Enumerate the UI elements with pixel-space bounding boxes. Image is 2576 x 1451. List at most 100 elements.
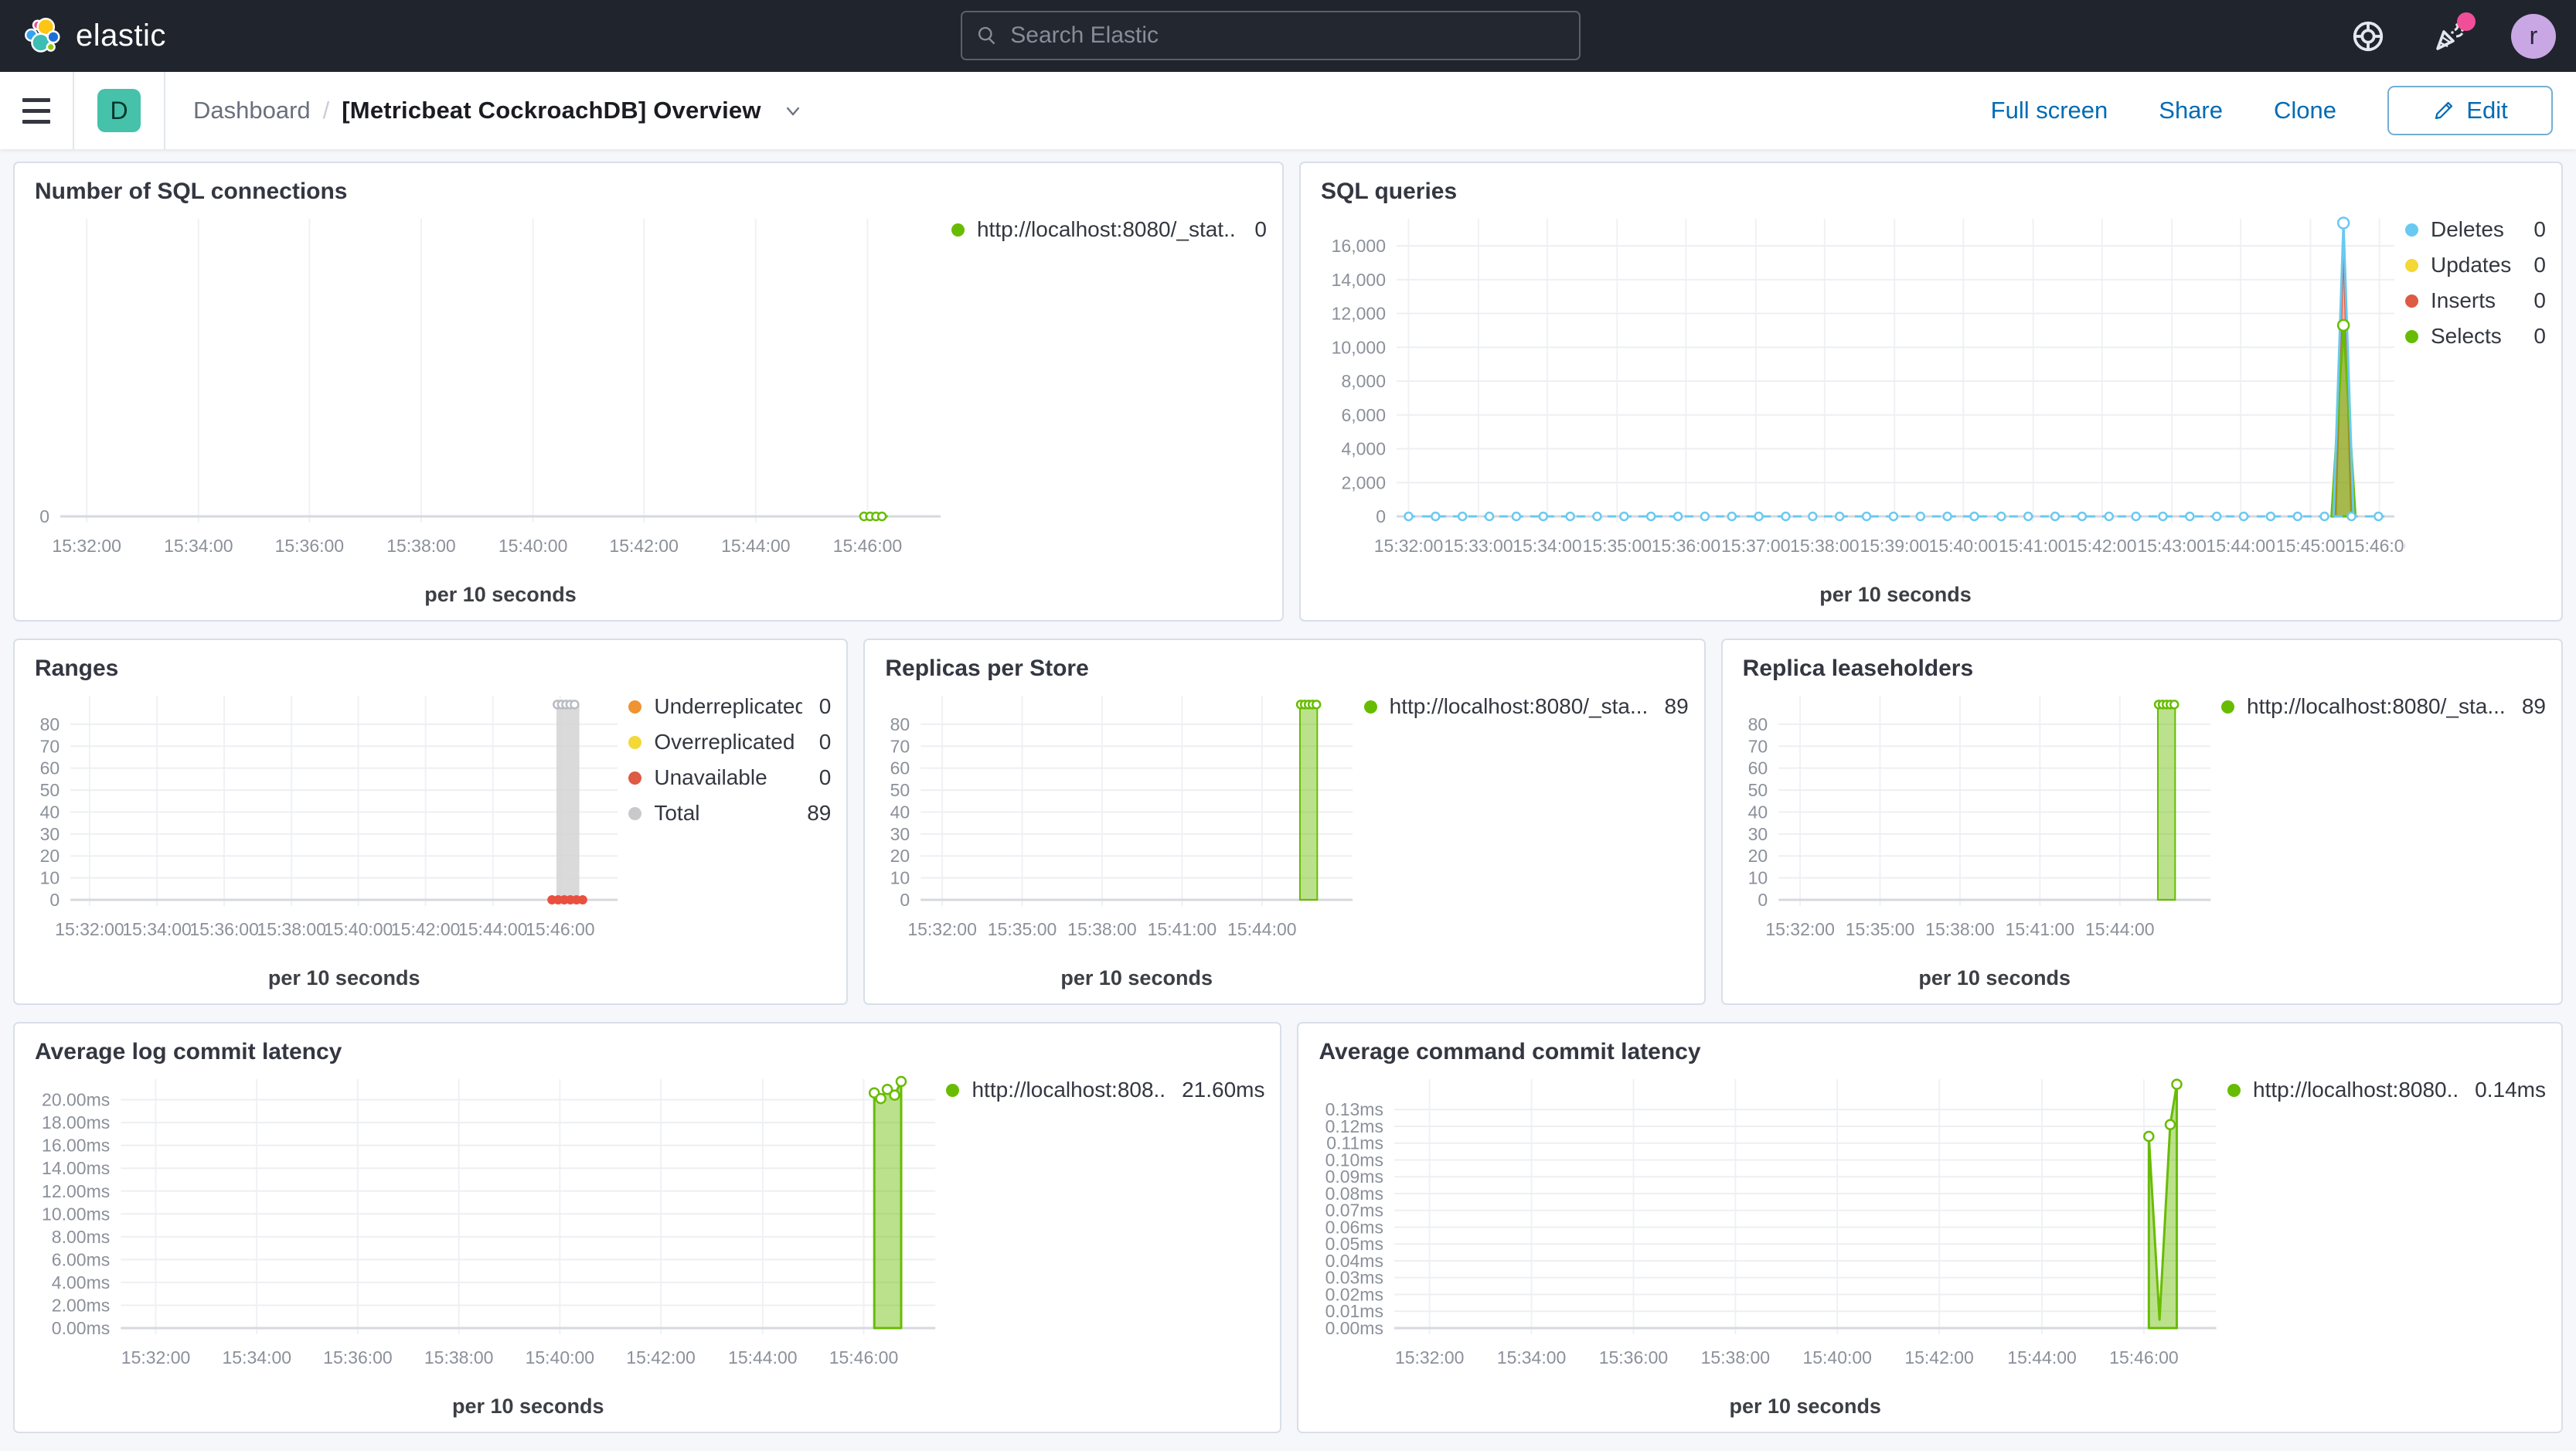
- svg-text:8.00ms: 8.00ms: [52, 1227, 110, 1247]
- svg-text:0: 0: [39, 506, 49, 526]
- legend-item[interactable]: Underreplicated 0: [628, 694, 831, 719]
- chevron-down-icon[interactable]: [781, 99, 805, 122]
- legend-item[interactable]: Deletes 0: [2404, 217, 2546, 242]
- chart-legend: http://localhost:8080/_stat... 0: [951, 217, 1267, 612]
- svg-text:10.00ms: 10.00ms: [42, 1204, 110, 1224]
- svg-text:15:32:00: 15:32:00: [121, 1347, 191, 1368]
- svg-text:2.00ms: 2.00ms: [52, 1295, 110, 1315]
- sql-queries-chart[interactable]: 15:32:00 15:33:00 15:34:00 15:35:00 15:36:00…: [1313, 206, 2405, 612]
- svg-text:15:36:00: 15:36:00: [189, 919, 259, 939]
- legend-item[interactable]: http://localhost:8080... 0.14ms: [2227, 1078, 2546, 1102]
- svg-text:70: 70: [1747, 736, 1768, 756]
- svg-text:per 10 seconds: per 10 seconds: [1730, 1395, 1881, 1418]
- svg-text:15:32:00: 15:32:00: [1395, 1347, 1464, 1368]
- app-badge[interactable]: D: [97, 89, 141, 132]
- svg-text:15:40:00: 15:40:00: [1929, 536, 1999, 556]
- svg-text:15:44:00: 15:44:00: [2008, 1347, 2077, 1368]
- legend-item[interactable]: http://localhost:8080/_stat... 0: [951, 217, 1267, 242]
- svg-text:15:38:00: 15:38:00: [257, 919, 326, 939]
- legend-item[interactable]: Unavailable 0: [628, 765, 831, 790]
- legend-value: 0: [818, 765, 832, 789]
- svg-text:10,000: 10,000: [1332, 337, 1386, 357]
- svg-text:14.00ms: 14.00ms: [42, 1158, 110, 1178]
- breadcrumb-dashboard-link[interactable]: Dashboard: [193, 97, 311, 124]
- svg-text:6.00ms: 6.00ms: [52, 1249, 110, 1269]
- share-button[interactable]: Share: [2159, 97, 2223, 124]
- svg-text:30: 30: [890, 824, 910, 844]
- legend-item[interactable]: http://localhost:808... 21.60ms: [946, 1078, 1264, 1102]
- ranges-chart[interactable]: 15:32:0015:34:0015:36:0015:38:0015:40:00…: [27, 683, 628, 996]
- svg-text:18.00ms: 18.00ms: [42, 1112, 110, 1133]
- help-button[interactable]: [2347, 15, 2389, 57]
- svg-text:15:42:00: 15:42:00: [391, 919, 461, 939]
- elastic-logo-icon: [25, 17, 60, 53]
- svg-text:15:38:00: 15:38:00: [1068, 919, 1138, 939]
- full-screen-button[interactable]: Full screen: [1991, 97, 2108, 124]
- svg-text:15:41:00: 15:41:00: [1999, 536, 2068, 556]
- menu-button[interactable]: [0, 72, 73, 149]
- legend-item[interactable]: Selects 0: [2404, 324, 2546, 349]
- series-color-dot: [2404, 294, 2418, 308]
- page-title[interactable]: [Metricbeat CockroachDB] Overview: [342, 97, 761, 124]
- dashboard-grid: Number of SQL connections 15:32:00 15:34:…: [0, 149, 2576, 1446]
- svg-text:0: 0: [1376, 506, 1386, 526]
- svg-text:15:37:00: 15:37:00: [1721, 536, 1791, 556]
- svg-text:15:35:00: 15:35:00: [988, 919, 1057, 939]
- legend-label: http://localhost:8080/_sta...: [1389, 694, 1648, 718]
- svg-text:80: 80: [890, 714, 910, 734]
- svg-text:15:46:00: 15:46:00: [2110, 1347, 2179, 1368]
- svg-text:15:46:00: 15:46:00: [829, 1347, 899, 1368]
- newsfeed-button[interactable]: [2429, 12, 2476, 57]
- edit-button[interactable]: Edit: [2387, 86, 2553, 135]
- series-color-dot: [946, 1083, 960, 1097]
- series-color-dot: [2227, 1083, 2241, 1097]
- sql-connections-chart[interactable]: 15:32:00 15:34:00 15:36:00 15:38:00 15:40:00…: [27, 206, 951, 612]
- legend-item[interactable]: Total 89: [628, 801, 831, 826]
- svg-text:15:36:00: 15:36:00: [1599, 1347, 1668, 1368]
- svg-text:0: 0: [1758, 890, 1768, 910]
- avg-log-commit-latency-chart[interactable]: 15:32:00 15:34:00 15:36:00 15:38:00 15:40:00…: [27, 1067, 946, 1424]
- chart-legend: http://localhost:808... 21.60ms: [946, 1078, 1264, 1424]
- legend-item[interactable]: http://localhost:8080/_sta... 89: [2221, 694, 2546, 719]
- dashboard-toolbar: D Dashboard / [Metricbeat CockroachDB] O…: [0, 72, 2576, 149]
- panel-avg-log-commit-latency: Average log commit latency 15:32:00 15:34…: [13, 1022, 1282, 1433]
- svg-text:15:46:00: 15:46:00: [526, 919, 595, 939]
- legend-label: Unavailable: [654, 765, 767, 789]
- search-icon: [978, 26, 995, 45]
- svg-text:15:38:00: 15:38:00: [1701, 1347, 1770, 1368]
- replicas-per-store-chart[interactable]: 15:32:00 15:35:00 15:38:00 15:41:00 15:44:00…: [877, 683, 1363, 996]
- replica-leaseholders-chart[interactable]: 15:32:00 15:35:00 15:38:00 15:41:00 15:44:00…: [1735, 683, 2221, 996]
- legend-value: 89: [2521, 694, 2546, 718]
- avg-command-commit-latency-chart[interactable]: 15:32:00 15:34:00 15:36:00 15:38:00 15:40:00…: [1311, 1067, 2227, 1424]
- svg-text:15:36:00: 15:36:00: [323, 1347, 393, 1368]
- legend-item[interactable]: Overreplicated 0: [628, 730, 831, 754]
- svg-text:per 10 seconds: per 10 seconds: [1819, 583, 1972, 606]
- svg-text:per 10 seconds: per 10 seconds: [452, 1395, 604, 1418]
- svg-text:15:34:00: 15:34:00: [1513, 536, 1582, 556]
- svg-text:15:38:00: 15:38:00: [386, 536, 455, 556]
- user-avatar[interactable]: r: [2511, 13, 2556, 59]
- svg-text:15:35:00: 15:35:00: [1845, 919, 1914, 939]
- svg-text:50: 50: [40, 780, 60, 800]
- svg-text:15:32:00: 15:32:00: [908, 919, 978, 939]
- legend-value: 0: [818, 694, 832, 718]
- elastic-logo[interactable]: elastic: [0, 16, 166, 56]
- panel-ranges: Ranges 15:32:00 15:34:00 15:36:00 15:38:00 1…: [13, 639, 849, 1005]
- svg-text:15:42:00: 15:42:00: [626, 1347, 696, 1368]
- legend-item[interactable]: Updates 0: [2404, 253, 2546, 278]
- svg-text:60: 60: [40, 758, 60, 778]
- clone-button[interactable]: Clone: [2274, 97, 2336, 124]
- series-color-dot: [628, 806, 642, 820]
- svg-text:0: 0: [900, 890, 910, 910]
- search-input[interactable]: [1010, 22, 1565, 49]
- svg-text:16.00ms: 16.00ms: [42, 1136, 110, 1156]
- svg-text:15:42:00: 15:42:00: [2067, 536, 2137, 556]
- legend-item[interactable]: Inserts 0: [2404, 288, 2546, 313]
- panel-sql-connections: Number of SQL connections 15:32:00 15:34:…: [13, 162, 1284, 622]
- svg-text:2,000: 2,000: [1341, 472, 1386, 492]
- legend-value: 0: [2533, 217, 2546, 241]
- legend-item[interactable]: http://localhost:8080/_sta... 89: [1363, 694, 1689, 719]
- global-search[interactable]: [961, 11, 1581, 60]
- svg-text:15:43:00: 15:43:00: [2137, 536, 2207, 556]
- series-color-dot: [628, 700, 642, 714]
